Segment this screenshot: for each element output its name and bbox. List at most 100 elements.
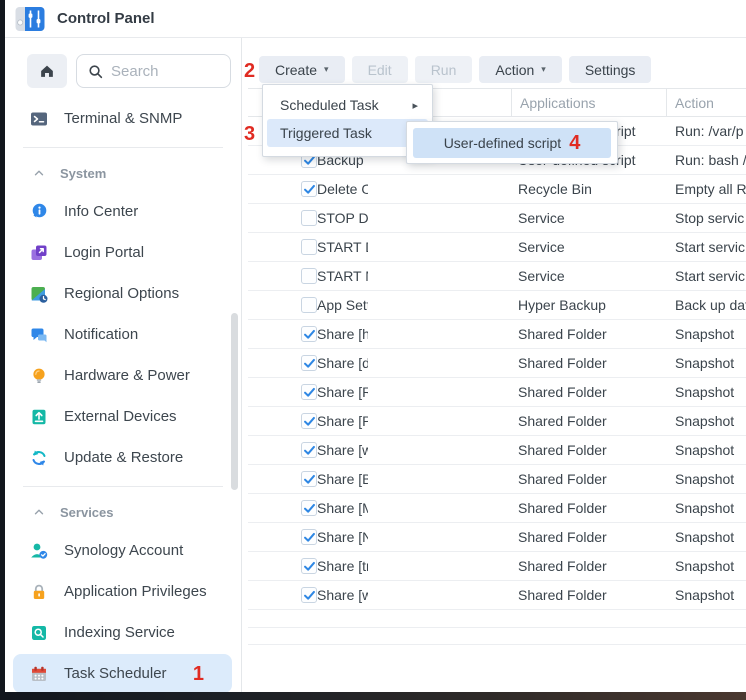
sidebar-item-terminal-snmp[interactable]: Terminal & SNMP bbox=[5, 98, 241, 139]
annotation-step-3: 3 bbox=[244, 124, 255, 144]
task-name: Share [Resilio Syn... bbox=[317, 384, 368, 400]
action-button[interactable]: Action ▾ bbox=[479, 56, 561, 83]
login-portal-icon bbox=[29, 243, 49, 263]
notification-icon bbox=[29, 325, 49, 345]
task-application: Hyper Backup bbox=[512, 297, 667, 313]
task-enabled-checkbox[interactable] bbox=[301, 384, 317, 400]
create-button[interactable]: Create ▾ bbox=[259, 56, 345, 83]
task-action: Snapshot bbox=[667, 558, 746, 574]
task-scheduler-panel: Create ▾ Edit Run Action ▾ Settings bbox=[242, 38, 746, 692]
task-enabled-checkbox[interactable] bbox=[301, 268, 317, 284]
sidebar-item-hardware-power[interactable]: Hardware & Power bbox=[5, 355, 241, 396]
menu-item-scheduled-task[interactable]: Scheduled Task ▸ bbox=[267, 91, 428, 119]
table-row[interactable]: Share [NetBackup]... Shared Folder Snaps… bbox=[248, 523, 746, 552]
desktop-background: Control Panel bbox=[0, 0, 746, 700]
table-empty-row bbox=[248, 628, 746, 645]
section-header-system[interactable]: System bbox=[5, 155, 241, 191]
task-enabled-checkbox[interactable] bbox=[301, 326, 317, 342]
sidebar-item-application-privileges[interactable]: Application Privileges bbox=[5, 571, 241, 612]
home-button[interactable] bbox=[27, 54, 67, 88]
task-action: Back up dat bbox=[667, 297, 746, 313]
table-row[interactable]: Share [Media] Sna... Shared Folder Snaps… bbox=[248, 494, 746, 523]
task-enabled-checkbox[interactable] bbox=[301, 181, 317, 197]
task-application: Shared Folder bbox=[512, 384, 667, 400]
search-box[interactable] bbox=[76, 54, 231, 88]
table-row[interactable]: App Settings Web... Hyper Backup Back up… bbox=[248, 291, 746, 320]
table-row[interactable]: START Docker DS Service Start servic bbox=[248, 233, 746, 262]
table-row[interactable]: Share [docker] Sn... Shared Folder Snaps… bbox=[248, 349, 746, 378]
task-enabled-checkbox[interactable] bbox=[301, 587, 317, 603]
annotation-step-1: 1 bbox=[193, 664, 204, 684]
settings-button[interactable]: Settings bbox=[569, 56, 652, 83]
task-action: Run: bash / bbox=[667, 152, 746, 168]
table-row[interactable]: Share [Resilio Syn... Shared Folder Snap… bbox=[248, 378, 746, 407]
indexing-service-icon bbox=[29, 623, 49, 643]
sidebar-item-task-scheduler[interactable]: Task Scheduler 1 bbox=[5, 653, 241, 692]
sidebar-item-info-center[interactable]: Info Center bbox=[5, 191, 241, 232]
table-row[interactable]: Share [web_packa... Shared Folder Snapsh… bbox=[248, 581, 746, 610]
sidebar-item-synology-account[interactable]: Synology Account bbox=[5, 530, 241, 571]
task-action: Snapshot bbox=[667, 326, 746, 342]
update-restore-icon bbox=[29, 448, 49, 468]
task-action: Snapshot bbox=[667, 413, 746, 429]
annotation-step-4: 4 bbox=[569, 133, 580, 153]
search-input[interactable] bbox=[111, 63, 222, 80]
check-icon bbox=[303, 473, 316, 486]
task-enabled-checkbox[interactable] bbox=[301, 413, 317, 429]
task-enabled-checkbox[interactable] bbox=[301, 239, 317, 255]
task-application: Service bbox=[512, 268, 667, 284]
task-name: Share [homes] Sn... bbox=[317, 326, 368, 342]
sidebar: Terminal & SNMP System bbox=[5, 38, 242, 692]
sidebar-divider bbox=[23, 147, 223, 148]
task-application: Shared Folder bbox=[512, 587, 667, 603]
sidebar-item-login-portal[interactable]: Login Portal bbox=[5, 232, 241, 273]
task-action: Snapshot bbox=[667, 384, 746, 400]
sidebar-scrollbar[interactable] bbox=[231, 313, 238, 490]
task-enabled-checkbox[interactable] bbox=[301, 297, 317, 313]
sidebar-item-external-devices[interactable]: External Devices bbox=[5, 396, 241, 437]
table-row[interactable]: Share [transfer] S... Shared Folder Snap… bbox=[248, 552, 746, 581]
task-enabled-checkbox[interactable] bbox=[301, 442, 317, 458]
sidebar-item-regional-options[interactable]: Regional Options bbox=[5, 273, 241, 314]
table-row[interactable]: STOP Docker DS M... Service Stop servic bbox=[248, 204, 746, 233]
table-row[interactable]: Delete Old Trash Recycle Bin Empty all R bbox=[248, 175, 746, 204]
submenu-arrow-icon: ▸ bbox=[412, 99, 418, 112]
task-enabled-checkbox[interactable] bbox=[301, 210, 317, 226]
column-header-applications[interactable]: Applications bbox=[512, 89, 667, 116]
window-title: Control Panel bbox=[57, 10, 155, 27]
task-enabled-checkbox[interactable] bbox=[301, 500, 317, 516]
home-icon bbox=[38, 62, 56, 80]
task-enabled-checkbox[interactable] bbox=[301, 355, 317, 371]
check-icon bbox=[303, 328, 316, 341]
task-application: Shared Folder bbox=[512, 529, 667, 545]
section-header-services[interactable]: Services bbox=[5, 494, 241, 530]
caret-down-icon: ▾ bbox=[541, 64, 546, 75]
task-enabled-checkbox[interactable] bbox=[301, 529, 317, 545]
task-name: Share [Backups] S... bbox=[317, 471, 368, 487]
sidebar-item-indexing-service[interactable]: Indexing Service bbox=[5, 612, 241, 653]
task-enabled-checkbox[interactable] bbox=[301, 471, 317, 487]
task-name: Share [web] Snaps... bbox=[317, 442, 368, 458]
column-header-action[interactable]: Action bbox=[667, 89, 746, 116]
table-row[interactable]: Share [homes] Sn... Shared Folder Snapsh… bbox=[248, 320, 746, 349]
table-row[interactable]: Share [web] Snaps... Shared Folder Snaps… bbox=[248, 436, 746, 465]
task-application: Shared Folder bbox=[512, 471, 667, 487]
synology-account-icon bbox=[29, 541, 49, 561]
task-name: Share [docker] Sn... bbox=[317, 355, 368, 371]
table-row[interactable]: Share [PlexMediaS... Shared Folder Snaps… bbox=[248, 407, 746, 436]
control-panel-window: Control Panel bbox=[5, 0, 746, 692]
menu-item-triggered-task[interactable]: Triggered Task ▸ bbox=[267, 119, 428, 147]
menu-item-user-defined-script[interactable]: User-defined script 4 bbox=[413, 128, 611, 158]
sidebar-divider bbox=[23, 486, 223, 487]
task-enabled-checkbox[interactable] bbox=[301, 558, 317, 574]
task-name: Share [web_packa... bbox=[317, 587, 368, 603]
task-action: Stop servic bbox=[667, 210, 746, 226]
task-table-body: User-defined script Run: /var/p Backup S… bbox=[248, 117, 746, 610]
titlebar: Control Panel bbox=[5, 0, 746, 38]
table-row[interactable]: START Medusa Service Start servic bbox=[248, 262, 746, 291]
task-name: Share [transfer] S... bbox=[317, 558, 368, 574]
table-empty-row bbox=[248, 610, 746, 628]
table-row[interactable]: Share [Backups] S... Shared Folder Snaps… bbox=[248, 465, 746, 494]
sidebar-item-update-restore[interactable]: Update & Restore bbox=[5, 437, 241, 478]
sidebar-item-notification[interactable]: Notification bbox=[5, 314, 241, 355]
